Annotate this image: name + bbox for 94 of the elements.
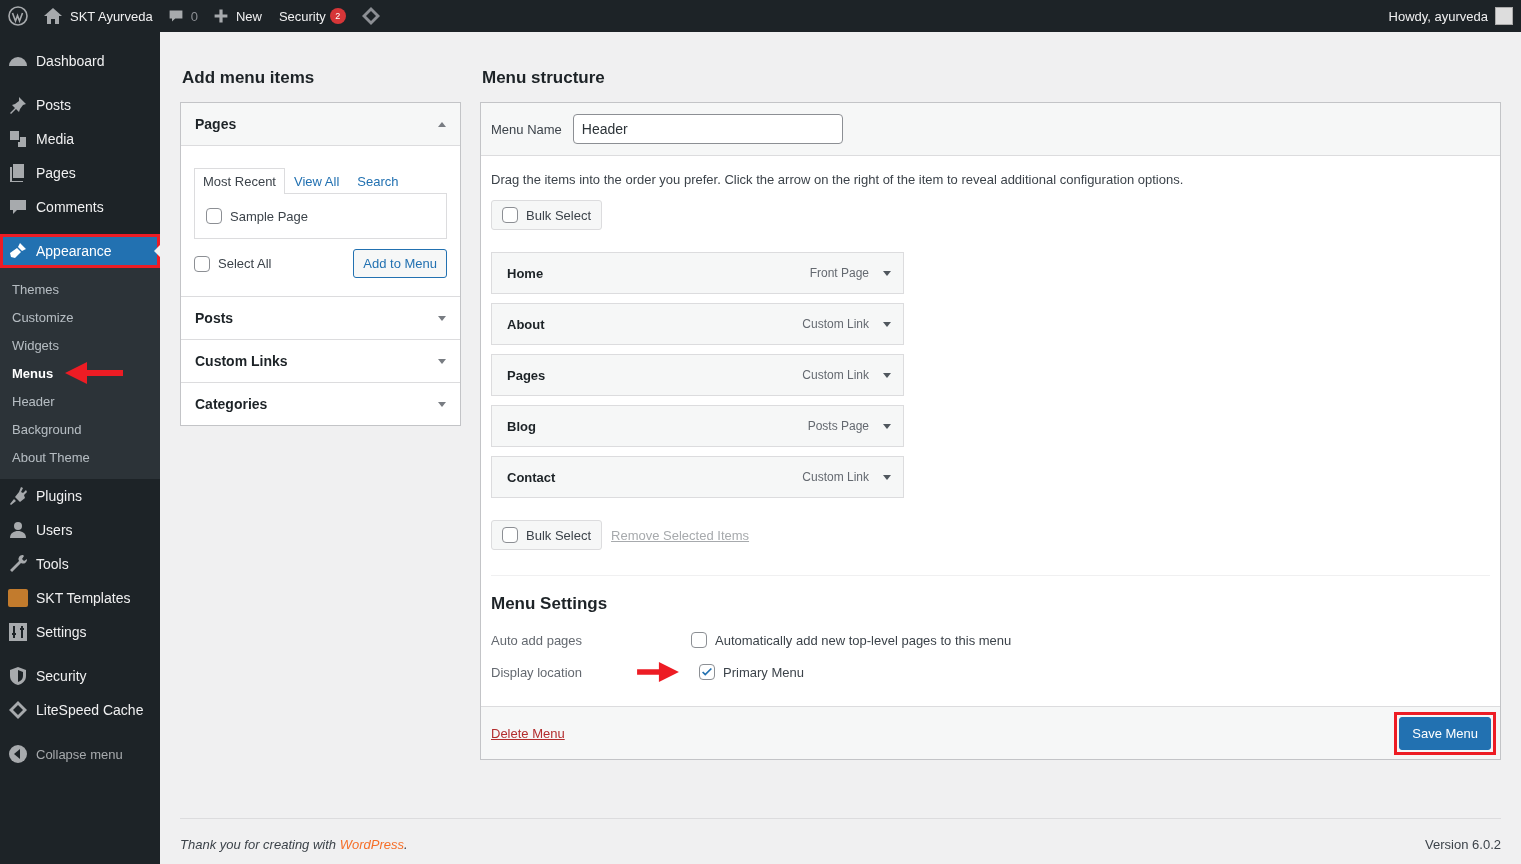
plus-icon[interactable] [212, 8, 229, 24]
item-type-label: Custom Link [802, 470, 869, 484]
item-type-label: Posts Page [807, 419, 869, 433]
notification-badge: 2 [329, 8, 346, 24]
checkbox[interactable] [699, 664, 715, 680]
speech-bubble-icon[interactable] [167, 8, 184, 24]
submenu-item[interactable]: Widgets [0, 337, 59, 353]
sidebar-item[interactable]: Comments [0, 190, 160, 224]
sidebar-item[interactable]: Appearance [0, 234, 160, 268]
expand-arrow-icon [438, 357, 446, 365]
item-type-label: Custom Link [802, 317, 869, 331]
footer-text: Thank you for creating with WordPress. [180, 837, 408, 852]
sidebar-item[interactable]: Posts [0, 88, 160, 122]
delete-menu-link[interactable]: Delete Menu [491, 725, 565, 741]
diamond-icon [8, 700, 28, 720]
section-heading: Menu structure [482, 68, 606, 88]
expand-arrow-icon[interactable] [883, 371, 891, 379]
menu-item-bar[interactable]: Pages Custom Link [491, 354, 904, 396]
media-icon [8, 129, 28, 149]
expand-arrow-icon[interactable] [883, 269, 891, 277]
checkbox[interactable] [206, 208, 222, 224]
menu-item-bar[interactable]: Blog Posts Page [491, 405, 904, 447]
logo-icon [8, 588, 28, 608]
wordpress-logo-icon[interactable] [8, 6, 28, 26]
submenu-item[interactable]: Background [0, 421, 82, 437]
checkbox-label: Primary Menu [723, 664, 804, 680]
checkbox-label: Select All [218, 256, 272, 271]
accordion-header[interactable]: Pages [181, 103, 460, 146]
submenu-item[interactable]: About Theme [0, 449, 90, 465]
sidebar-item[interactable]: SKT Templates [0, 581, 160, 615]
greeting-link[interactable]: Howdy, ayurveda [1388, 8, 1488, 24]
sidebar-item[interactable]: LiteSpeed Cache [0, 693, 160, 727]
sliders-icon [8, 622, 28, 642]
paintbrush-icon [8, 241, 28, 261]
add-to-menu-button[interactable]: Add to Menu [353, 249, 447, 278]
submenu-item[interactable]: Menus [0, 365, 54, 381]
sidebar-item[interactable]: Tools [0, 547, 160, 581]
comments-count: 0 [190, 8, 198, 24]
site-name-link[interactable]: SKT Ayurveda [70, 8, 153, 24]
accordion-header[interactable]: Custom Links [181, 340, 460, 382]
checkbox-label: Automatically add new top-level pages to this menu [715, 632, 1012, 648]
menu-name-field[interactable]: Header [572, 114, 843, 144]
submenu-item[interactable]: Customize [0, 309, 74, 325]
submenu-item[interactable]: Themes [0, 281, 59, 297]
sidebar-item[interactable]: Security [0, 659, 160, 693]
sidebar-item[interactable]: Settings [0, 615, 160, 649]
save-menu-button[interactable]: Save Menu [1399, 716, 1491, 750]
shield-icon [8, 666, 28, 686]
settings-heading: Menu Settings [491, 594, 609, 614]
checkbox-label: Sample Page [230, 208, 309, 224]
setting-label: Auto add pages [491, 632, 584, 648]
menu-item-bar[interactable]: Contact Custom Link [491, 456, 904, 498]
accordion-header[interactable]: Categories [181, 383, 460, 425]
wrench-icon [8, 554, 28, 574]
collapse-arrow-icon [438, 120, 446, 128]
menu-item-bar[interactable]: Home Front Page [491, 252, 904, 294]
collapse-menu-button[interactable]: Collapse menu [0, 737, 160, 771]
bulk-select-button[interactable]: Bulk Select [491, 200, 603, 230]
submenu-item[interactable]: Header [0, 393, 55, 409]
expand-arrow-icon[interactable] [883, 320, 891, 328]
checkbox[interactable] [691, 632, 707, 648]
pushpin-icon [8, 95, 28, 115]
sidebar-item[interactable]: Dashboard [0, 44, 160, 78]
item-type-label: Custom Link [802, 368, 869, 382]
sidebar-item[interactable]: Media [0, 122, 160, 156]
bulk-select-button[interactable]: Bulk Select [491, 520, 603, 550]
instructions-text: Drag the items into the order you prefer. Click the arrow on the right of the item to reveal additional configuration options. [491, 172, 1185, 187]
expand-arrow-icon [438, 400, 446, 408]
checkmark-icon [700, 665, 714, 679]
menu-item-bar[interactable]: About Custom Link [491, 303, 904, 345]
checkbox[interactable] [194, 255, 210, 272]
tab[interactable]: Most Recent [194, 168, 285, 194]
collapse-icon [8, 744, 28, 764]
sidebar-item[interactable]: Pages [0, 156, 160, 190]
security-link[interactable]: Security [278, 8, 326, 24]
plug-icon [8, 486, 28, 506]
tab[interactable]: Search [348, 168, 408, 194]
sidebar-item[interactable]: Users [0, 513, 160, 547]
diamond-icon[interactable] [360, 6, 381, 26]
section-heading: Add menu items [182, 68, 316, 88]
tab[interactable]: View All [285, 168, 349, 194]
user-icon [8, 520, 28, 540]
sidebar-item[interactable]: Plugins [0, 479, 160, 513]
speech-bubble-icon [8, 197, 28, 217]
accordion-header[interactable]: Posts [181, 297, 460, 339]
expand-arrow-icon[interactable] [883, 422, 891, 430]
field-label: Menu Name [491, 121, 562, 137]
expand-arrow-icon [438, 314, 446, 322]
item-type-label: Front Page [809, 266, 869, 280]
setting-label: Display location [491, 664, 584, 680]
version-text: Version 6.0.2 [1425, 837, 1501, 852]
expand-arrow-icon[interactable] [883, 473, 891, 481]
house-icon[interactable] [43, 6, 63, 26]
new-link[interactable]: New [235, 8, 262, 24]
